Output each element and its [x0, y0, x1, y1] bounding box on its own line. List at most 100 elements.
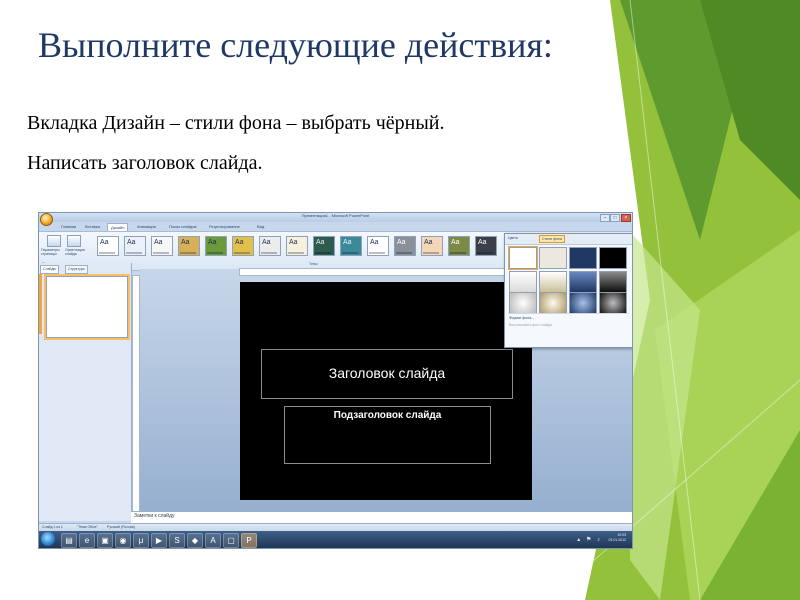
- colors-button[interactable]: Цвета: [508, 236, 518, 240]
- tab-slideshow[interactable]: Показ слайдов: [169, 223, 197, 231]
- theme-label: Aa: [289, 239, 298, 246]
- taskbar-skype-icon[interactable]: S: [169, 533, 185, 548]
- theme-bar: [234, 252, 250, 254]
- bg-style-black[interactable]: [599, 247, 627, 269]
- subtitle-placeholder[interactable]: Подзаголовок слайда: [284, 406, 491, 464]
- theme-4[interactable]: Aa: [178, 236, 200, 256]
- theme-bar: [477, 252, 493, 254]
- status-theme: "Тема Office": [77, 525, 98, 529]
- bg-style-beige-gradient[interactable]: [539, 271, 567, 293]
- theme-label: Aa: [397, 239, 406, 246]
- system-clock[interactable]: 10:03 03.01.2012: [608, 533, 626, 543]
- powerpoint-screenshot: Презентация1 - Microsoft PowerPoint – □ …: [38, 212, 633, 549]
- theme-label: Aa: [181, 239, 190, 246]
- taskbar-folder-icon[interactable]: ▣: [97, 533, 113, 548]
- taskbar-window-icon[interactable]: ▢: [223, 533, 239, 548]
- tab-home[interactable]: Главная: [61, 223, 76, 231]
- taskbar-chrome-icon[interactable]: ◉: [115, 533, 131, 548]
- background-styles-button[interactable]: Стили фона: [539, 235, 565, 243]
- theme-11[interactable]: Aa: [367, 236, 389, 256]
- slide-thumbnail[interactable]: [46, 276, 128, 338]
- theme-bar: [369, 252, 385, 254]
- theme-bar: [423, 252, 439, 254]
- orientation-icon[interactable]: [67, 235, 81, 247]
- theme-12[interactable]: Aa: [394, 236, 416, 256]
- taskbar-app-icon[interactable]: ◆: [187, 533, 203, 548]
- theme-1[interactable]: Aa: [97, 236, 119, 256]
- menu-reset-background[interactable]: Восстановить фон слайда: [509, 323, 552, 327]
- office-button[interactable]: [40, 213, 53, 226]
- bg-style-black-radial[interactable]: [599, 292, 627, 314]
- taskbar-ie-icon[interactable]: e: [79, 533, 95, 548]
- bg-style-black-gradient[interactable]: [599, 271, 627, 293]
- bg-style-white[interactable]: [508, 246, 538, 270]
- bg-style-navy-radial[interactable]: [569, 292, 597, 314]
- theme-bar: [396, 252, 412, 254]
- theme-bar: [342, 252, 358, 254]
- background-styles-dropdown[interactable]: Цвета Стили фона Формат фона... Восстано…: [504, 233, 632, 348]
- instruction-line-1: Вкладка Дизайн – стили фона – выбрать чё…: [27, 112, 445, 134]
- title-placeholder[interactable]: Заголовок слайда: [261, 349, 513, 399]
- bg-style-white-radial[interactable]: [509, 292, 537, 314]
- theme-9[interactable]: Aa: [313, 236, 335, 256]
- taskbar-explorer-icon[interactable]: ▤: [61, 533, 77, 548]
- theme-bar: [153, 252, 169, 254]
- theme-bar: [207, 252, 223, 254]
- theme-5[interactable]: Aa: [205, 236, 227, 256]
- bg-style-beige-radial[interactable]: [539, 292, 567, 314]
- theme-label: Aa: [235, 239, 244, 246]
- taskbar-powerpoint-icon[interactable]: P: [241, 533, 257, 548]
- tab-outline[interactable]: Структура: [65, 265, 88, 274]
- taskbar-media-icon[interactable]: ▶: [151, 533, 167, 548]
- window-titlebar: Презентация1 - Microsoft PowerPoint – □ …: [39, 213, 632, 222]
- instruction-line-2: Написать заголовок слайда.: [27, 152, 263, 174]
- theme-bar: [261, 252, 277, 254]
- tab-slides[interactable]: Слайды: [40, 265, 60, 274]
- theme-8[interactable]: Aa: [286, 236, 308, 256]
- start-button[interactable]: [41, 532, 55, 546]
- tab-animation[interactable]: Анимация: [137, 223, 156, 231]
- minimize-button[interactable]: –: [600, 214, 610, 222]
- status-slide-number: Слайд 1 из 1: [42, 525, 63, 529]
- tab-view[interactable]: Вид: [257, 223, 264, 231]
- slides-pane: Слайды Структура: [39, 263, 132, 521]
- orientation-button[interactable]: Ориентация слайда: [65, 248, 87, 256]
- theme-label: Aa: [127, 239, 136, 246]
- theme-label: Aa: [154, 239, 163, 246]
- title-placeholder-text: Заголовок слайда: [328, 365, 446, 381]
- tab-insert[interactable]: Вставка: [85, 223, 100, 231]
- menu-format-background[interactable]: Формат фона...: [509, 316, 534, 320]
- theme-10[interactable]: Aa: [340, 236, 362, 256]
- bg-style-white-gradient[interactable]: [509, 271, 537, 293]
- background-dropdown-header: Цвета Стили фона: [505, 234, 632, 245]
- theme-bar: [315, 252, 331, 254]
- tab-review[interactable]: Рецензирование: [209, 223, 240, 231]
- bg-style-navy-gradient[interactable]: [569, 271, 597, 293]
- theme-6[interactable]: Aa: [232, 236, 254, 256]
- maximize-button[interactable]: □: [610, 214, 620, 222]
- horizontal-ruler: [239, 268, 541, 276]
- theme-label: Aa: [370, 239, 379, 246]
- theme-bar: [180, 252, 196, 254]
- bg-style-navy[interactable]: [569, 247, 597, 269]
- ribbon-tabs: Главная Вставка Дизайн Анимация Показ сл…: [59, 222, 619, 232]
- system-tray-icons[interactable]: ▴ ⚑ ♪: [577, 536, 602, 543]
- theme-label: Aa: [262, 239, 271, 246]
- close-button[interactable]: ×: [621, 214, 631, 222]
- taskbar-utorrent-icon[interactable]: μ: [133, 533, 149, 548]
- theme-13[interactable]: Aa: [421, 236, 443, 256]
- theme-bar: [126, 252, 142, 254]
- page-setup-icon[interactable]: [47, 235, 61, 247]
- theme-14[interactable]: Aa: [448, 236, 470, 256]
- page-setup-button[interactable]: Параметры страницы: [41, 248, 63, 256]
- theme-bar: [99, 252, 115, 254]
- group-label-themes: Темы: [309, 262, 318, 266]
- theme-3[interactable]: Aa: [151, 236, 173, 256]
- bg-style-beige[interactable]: [539, 247, 567, 269]
- theme-7[interactable]: Aa: [259, 236, 281, 256]
- theme-15[interactable]: Aa: [475, 236, 497, 256]
- theme-2[interactable]: Aa: [124, 236, 146, 256]
- slide-canvas[interactable]: Заголовок слайда Подзаголовок слайда: [240, 282, 532, 500]
- taskbar-acrobat-icon[interactable]: A: [205, 533, 221, 548]
- dropdown-separator: [508, 313, 629, 314]
